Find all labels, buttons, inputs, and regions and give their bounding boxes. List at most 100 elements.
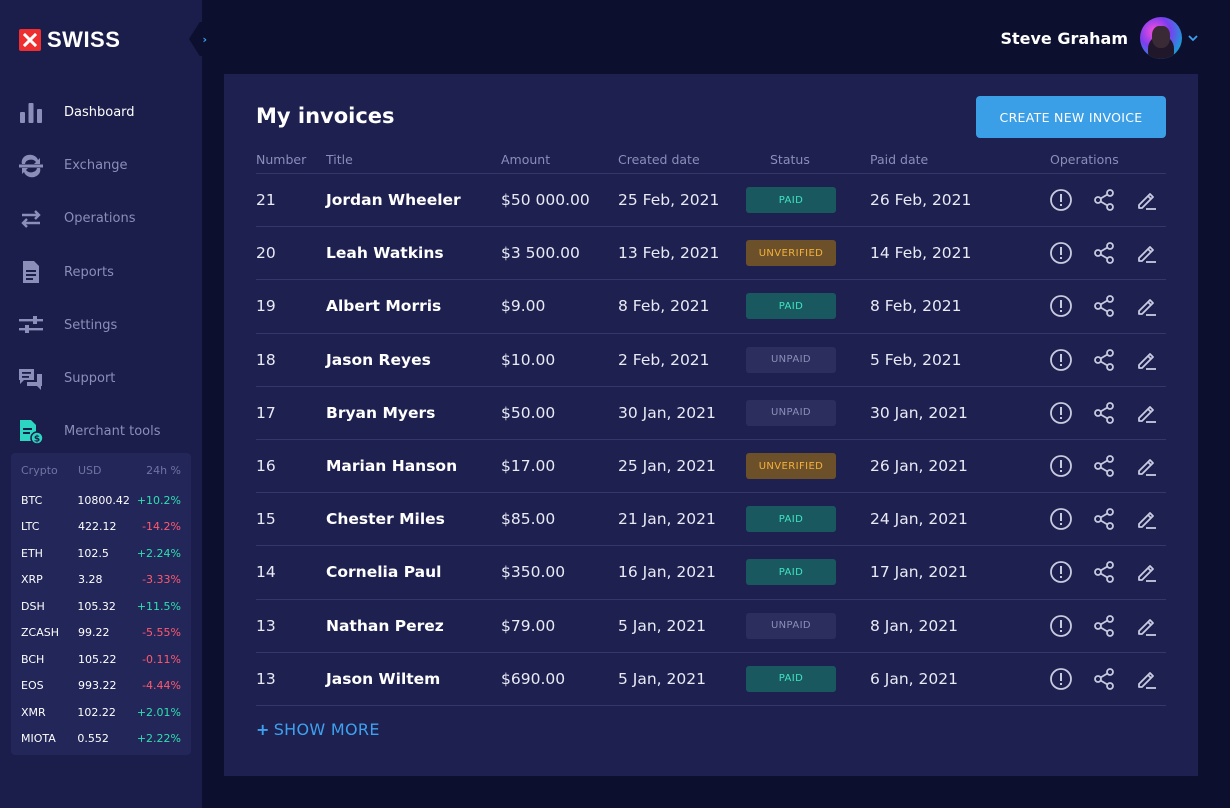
share-button[interactable] (1089, 186, 1118, 215)
status-badge: UNPAID (746, 399, 836, 426)
table-row[interactable]: 15 Chester Miles $85.00 21 Jan, 2021 PAID 24 … (256, 493, 1166, 547)
info-button[interactable] (1046, 398, 1075, 427)
info-button[interactable] (1046, 345, 1075, 374)
page-title: My invoices (256, 104, 395, 128)
crypto-symbol: ZCASH (21, 626, 59, 640)
share-button[interactable] (1089, 292, 1118, 321)
edit-button[interactable] (1132, 452, 1161, 481)
share-button[interactable] (1089, 398, 1118, 427)
table-row[interactable]: 14 Cornelia Paul $350.00 16 Jan, 2021 PAID 17… (256, 546, 1166, 600)
column-header-paid-date[interactable]: Paid date (870, 152, 1046, 167)
status-cell: PAID (746, 665, 870, 692)
sidebar-item-label: Support (64, 371, 116, 387)
sidebar-item-dashboard[interactable]: Dashboard (0, 86, 202, 139)
column-header-status[interactable]: Status (746, 152, 870, 167)
edit-button[interactable] (1132, 239, 1161, 268)
invoice-paid-date: 5 Feb, 2021 (870, 350, 962, 369)
column-header-created-date[interactable]: Created date (618, 152, 746, 167)
exchange-icon (18, 154, 44, 178)
info-button[interactable] (1046, 611, 1075, 640)
user-menu[interactable]: Steve Graham (1000, 17, 1198, 59)
info-button[interactable] (1046, 558, 1075, 587)
sidebar-item-merchant-tools[interactable]: $ Merchant tools (0, 405, 202, 458)
edit-button[interactable] (1132, 292, 1161, 321)
table-row[interactable]: 16 Marian Hanson $17.00 25 Jan, 2021 UNVERIF… (256, 440, 1166, 494)
invoice-title[interactable]: Leah Watkins (326, 244, 501, 262)
crypto-usd: 422.12 (78, 520, 117, 534)
status-badge: UNVERIFIED (746, 453, 836, 480)
sidebar-item-operations[interactable]: Operations (0, 192, 202, 245)
invoice-paid-date: 26 Jan, 2021 (870, 457, 968, 476)
share-button[interactable] (1089, 452, 1118, 481)
column-header-amount[interactable]: Amount (501, 152, 618, 167)
info-button[interactable] (1046, 452, 1075, 481)
invoice-title[interactable]: Jason Wiltem (326, 670, 501, 688)
table-row[interactable]: 19 Albert Morris $9.00 8 Feb, 2021 PAID 8 Feb… (256, 280, 1166, 334)
sidebar-item-support[interactable]: Support (0, 352, 202, 405)
table-row[interactable]: 13 Nathan Perez $79.00 5 Jan, 2021 UNPAID 8 J… (256, 600, 1166, 653)
table-row[interactable]: 20 Leah Watkins $3 500.00 13 Feb, 2021 UNVER… (256, 227, 1166, 281)
invoice-number: 17 (256, 403, 276, 422)
status-badge: UNVERIFIED (746, 240, 836, 267)
edit-button[interactable] (1132, 186, 1161, 215)
invoice-title[interactable]: Chester Miles (326, 510, 501, 528)
row-operations (1046, 186, 1166, 215)
brand-logo[interactable]: SWISS (19, 27, 120, 53)
table-row[interactable]: 13 Jason Wiltem $690.00 5 Jan, 2021 PAID 6 Ja… (256, 653, 1166, 706)
share-button[interactable] (1089, 345, 1118, 374)
sidebar-item-exchange[interactable]: Exchange (0, 139, 202, 192)
chevron-down-icon[interactable] (1188, 31, 1198, 45)
edit-button[interactable] (1132, 664, 1161, 693)
edit-button[interactable] (1132, 398, 1161, 427)
share-button[interactable] (1089, 239, 1118, 268)
avatar[interactable] (1140, 17, 1182, 59)
invoice-amount: $10.00 (501, 350, 556, 369)
share-button[interactable] (1089, 505, 1118, 534)
info-button[interactable] (1046, 186, 1075, 215)
invoice-created-date: 16 Jan, 2021 (618, 563, 716, 582)
show-more-link[interactable]: + SHOW MORE (256, 720, 380, 739)
share-button[interactable] (1089, 611, 1118, 640)
edit-button[interactable] (1132, 611, 1161, 640)
share-button[interactable] (1089, 664, 1118, 693)
invoice-title[interactable]: Bryan Myers (326, 404, 501, 422)
invoice-title[interactable]: Albert Morris (326, 297, 501, 315)
invoice-title[interactable]: Marian Hanson (326, 457, 501, 475)
crypto-symbol: BTC (21, 493, 43, 507)
create-invoice-button[interactable]: CREATE NEW INVOICE (976, 96, 1166, 138)
table-row[interactable]: 18 Jason Reyes $10.00 2 Feb, 2021 UNPAID 5 Fe… (256, 334, 1166, 387)
crypto-usd: 99.22 (78, 626, 110, 640)
column-header-number[interactable]: Number (256, 152, 326, 167)
row-operations (1046, 292, 1166, 321)
edit-button[interactable] (1132, 558, 1161, 587)
invoice-title[interactable]: Jordan Wheeler (326, 191, 501, 209)
edit-button[interactable] (1132, 345, 1161, 374)
invoice-number: 14 (256, 563, 276, 582)
table-row[interactable]: 21 Jordan Wheeler $50 000.00 25 Feb, 2021 PA… (256, 174, 1166, 228)
crypto-row: XMR 102.22 +2.01% (21, 699, 181, 726)
info-button[interactable] (1046, 664, 1075, 693)
crypto-row: XRP 3.28 -3.33% (21, 567, 181, 594)
invoices-panel: My invoices CREATE NEW INVOICE Number Ti… (224, 74, 1198, 776)
column-header-title[interactable]: Title (326, 152, 501, 167)
share-button[interactable] (1089, 558, 1118, 587)
table-row[interactable]: 17 Bryan Myers $50.00 30 Jan, 2021 UNPAID 30 … (256, 387, 1166, 440)
edit-button[interactable] (1132, 505, 1161, 534)
invoice-title[interactable]: Jason Reyes (326, 351, 501, 369)
edit-pencil-icon (1135, 560, 1159, 584)
invoice-title[interactable]: Cornelia Paul (326, 563, 501, 581)
info-button[interactable] (1046, 505, 1075, 534)
sidebar-item-settings[interactable]: Settings (0, 299, 202, 352)
alert-circle-icon (1049, 454, 1073, 478)
alert-circle-icon (1049, 188, 1073, 212)
chat-icon (18, 367, 44, 391)
sidebar-item-reports[interactable]: Reports (0, 246, 202, 299)
edit-pencil-icon (1135, 294, 1159, 318)
sidebar-item-label: Settings (64, 317, 118, 333)
invoice-title[interactable]: Nathan Perez (326, 617, 501, 635)
info-button[interactable] (1046, 292, 1075, 321)
invoice-amount: $17.00 (501, 457, 556, 476)
invoice-number: 15 (256, 510, 276, 529)
info-button[interactable] (1046, 239, 1075, 268)
alert-circle-icon (1049, 241, 1073, 265)
